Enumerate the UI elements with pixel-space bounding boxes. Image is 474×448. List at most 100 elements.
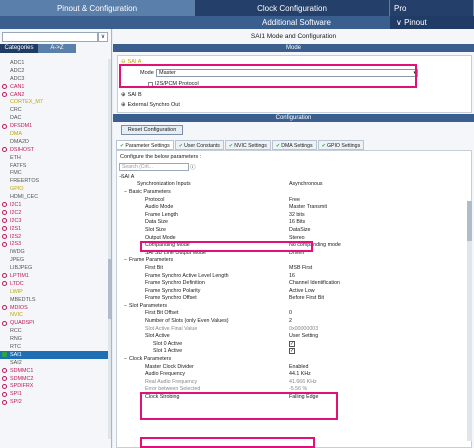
- tab-user-constants[interactable]: ✔User Constants: [174, 140, 224, 150]
- tree-row[interactable]: Slot Size DataSize: [119, 226, 465, 234]
- tab-pinout-configuration[interactable]: Pinout & Configuration: [0, 0, 195, 16]
- tree-row[interactable]: Master Clock Divider Enabled: [119, 363, 465, 371]
- param-value[interactable]: Channel Identification: [289, 280, 340, 286]
- tab-dma-settings[interactable]: ✔DMA Settings: [271, 140, 317, 150]
- sidebar-item-lptim1[interactable]: LPTIM1: [0, 272, 111, 280]
- sidebar-item-dac[interactable]: DAC: [0, 114, 111, 122]
- tree-row[interactable]: Frame Synchro Definition Channel Identifi…: [119, 279, 465, 287]
- tab-project[interactable]: Pro: [390, 0, 474, 16]
- sidebar-item-i2c3[interactable]: I2C3: [0, 217, 111, 225]
- sidebar-item-rng[interactable]: RNG: [0, 335, 111, 343]
- scrollbar[interactable]: [467, 201, 472, 441]
- tree-row[interactable]: Slot 1 Active ✓: [119, 348, 465, 356]
- param-value[interactable]: Asynchronous: [289, 181, 323, 187]
- sidebar-item-sdmmc1[interactable]: SDMMC1: [0, 367, 111, 375]
- tab-categories[interactable]: Categories: [0, 44, 38, 53]
- tree-row[interactable]: Synchronization Inputs Asynchronous: [119, 181, 465, 189]
- param-value[interactable]: MSB First: [289, 265, 312, 271]
- sidebar-item-i2c1[interactable]: I2C1: [0, 201, 111, 209]
- sidebar-item-hdmi_cec[interactable]: HDMI_CEC: [0, 193, 111, 201]
- sidebar-item-dma[interactable]: DMA: [0, 130, 111, 138]
- sidebar-item-eth[interactable]: ETH: [0, 154, 111, 162]
- sidebar-item-adc3[interactable]: ADC3: [0, 75, 111, 83]
- reset-configuration-button[interactable]: Reset Configuration: [121, 125, 183, 135]
- sidebar-item-ltdc[interactable]: LTDC: [0, 280, 111, 288]
- info-icon[interactable]: ⓘ: [190, 163, 196, 171]
- param-value[interactable]: Free: [289, 197, 300, 203]
- sidebar-item-mbedtls[interactable]: MBEDTLS: [0, 296, 111, 304]
- sidebar-item-dma2d[interactable]: DMA2D: [0, 138, 111, 146]
- sidebar-item-spi1[interactable]: SPI1: [0, 390, 111, 398]
- sidebar-item-dfsdm1[interactable]: DFSDM1: [0, 122, 111, 130]
- param-value[interactable]: Enabled: [289, 364, 308, 370]
- sidebar-item-can2[interactable]: CAN2: [0, 91, 111, 99]
- sidebar-item-crc[interactable]: CRC: [0, 106, 111, 114]
- scrollbar[interactable]: [108, 59, 111, 439]
- sidebar-item-mdios[interactable]: MDIOS: [0, 304, 111, 312]
- slot-checkbox[interactable]: ✓: [289, 348, 295, 355]
- sidebar-item-i2c2[interactable]: I2C2: [0, 209, 111, 217]
- param-value[interactable]: Master Transmit: [289, 204, 327, 210]
- param-value[interactable]: Before First Bit: [289, 295, 324, 301]
- tree-group[interactable]: − Basic Parameters: [119, 188, 465, 196]
- tree-row[interactable]: Real Audio Frequency 41.666 KHz: [119, 378, 465, 386]
- sidebar-item-freertos[interactable]: FREERTOS: [0, 177, 111, 185]
- param-value[interactable]: Stereo: [289, 235, 305, 241]
- sidebar-item-libjpeg[interactable]: LIBJPEG: [0, 264, 111, 272]
- param-value[interactable]: 16 Bits: [289, 219, 305, 225]
- tree-group[interactable]: − Frame Parameters: [119, 257, 465, 265]
- sidebar-item-lwip[interactable]: LWIP: [0, 288, 111, 296]
- sidebar-item-adc2[interactable]: ADC2: [0, 67, 111, 75]
- sidebar-item-sdmmc2[interactable]: SDMMC2: [0, 375, 111, 383]
- tree-group[interactable]: − Slot Parameters: [119, 302, 465, 310]
- tree-row[interactable]: Number of Slots (only Even Values) 2: [119, 317, 465, 325]
- param-value[interactable]: 0: [289, 310, 292, 316]
- tab-parameter-settings[interactable]: ✔Parameter Settings: [116, 140, 174, 150]
- param-value[interactable]: 2: [289, 318, 292, 324]
- sidebar-item-cortex_m7[interactable]: CORTEX_M7: [0, 98, 111, 106]
- sai-b-group[interactable]: ⊕ SAI B: [121, 92, 142, 98]
- sidebar-item-can1[interactable]: CAN1: [0, 83, 111, 91]
- tree-row[interactable]: Protocol Free: [119, 196, 465, 204]
- tab-clock-configuration[interactable]: Clock Configuration: [195, 0, 390, 16]
- ip-search-input[interactable]: [2, 32, 98, 42]
- sidebar-item-i2s2[interactable]: I2S2: [0, 233, 111, 241]
- tab-nvic-settings[interactable]: ✔NVIC Settings: [224, 140, 271, 150]
- chevron-down-icon[interactable]: ∨: [98, 32, 108, 42]
- sidebar-item-iwdg[interactable]: IWDG: [0, 248, 111, 256]
- sidebar-item-rtc[interactable]: RTC: [0, 343, 111, 351]
- additional-software-button[interactable]: Additional Software: [262, 16, 331, 29]
- sidebar-item-dsihost[interactable]: DSIHOST: [0, 146, 111, 154]
- param-value[interactable]: 44.1 KHz: [289, 371, 311, 377]
- param-value[interactable]: Active Low: [289, 288, 315, 294]
- tree-row[interactable]: Slot 0 Active ✓: [119, 340, 465, 348]
- param-value[interactable]: 16: [289, 273, 295, 279]
- sidebar-item-nvic[interactable]: NVIC: [0, 312, 111, 320]
- sidebar-item-fatfs[interactable]: FATFS: [0, 162, 111, 170]
- tab-a-z[interactable]: A->Z: [38, 44, 76, 53]
- sidebar-item-jpeg[interactable]: JPEG: [0, 256, 111, 264]
- sidebar-item-i2s3[interactable]: I2S3: [0, 240, 111, 248]
- param-value[interactable]: 32 bits: [289, 212, 305, 218]
- sidebar-item-sai1[interactable]: SAI1: [0, 350, 111, 359]
- tree-group[interactable]: − SAI A: [119, 173, 465, 181]
- sidebar-item-gpio[interactable]: GPIO: [0, 185, 111, 193]
- tree-row[interactable]: Frame Synchro Offset Before First Bit: [119, 295, 465, 303]
- sidebar-item-adc1[interactable]: ADC1: [0, 59, 111, 67]
- sidebar-item-rcc[interactable]: RCC: [0, 327, 111, 335]
- sidebar-item-spdifrx[interactable]: SPDIFRX: [0, 383, 111, 391]
- tree-row[interactable]: Frame Length 32 bits: [119, 211, 465, 219]
- tree-row[interactable]: First Bit MSB First: [119, 264, 465, 272]
- sidebar-item-quadspi[interactable]: QUADSPI: [0, 319, 111, 327]
- tab-gpio-settings[interactable]: ✔GPIO Settings: [317, 140, 365, 150]
- tree-row[interactable]: First Bit Offset 0: [119, 310, 465, 318]
- pinout-dropdown[interactable]: ∨ Pinout: [390, 16, 474, 29]
- slot-checkbox[interactable]: ✓: [289, 340, 295, 347]
- tree-row[interactable]: Frame Synchro Active Level Length 16: [119, 272, 465, 280]
- tree-row[interactable]: Audio Frequency 44.1 KHz: [119, 370, 465, 378]
- sidebar-item-spi2[interactable]: SPI2: [0, 398, 111, 406]
- tree-row[interactable]: Data Size 16 Bits: [119, 219, 465, 227]
- tree-row[interactable]: Slot Active Final Value 0x00000003: [119, 325, 465, 333]
- sidebar-item-i2s1[interactable]: I2S1: [0, 225, 111, 233]
- param-search-input[interactable]: Search (Crtl...: [119, 163, 189, 171]
